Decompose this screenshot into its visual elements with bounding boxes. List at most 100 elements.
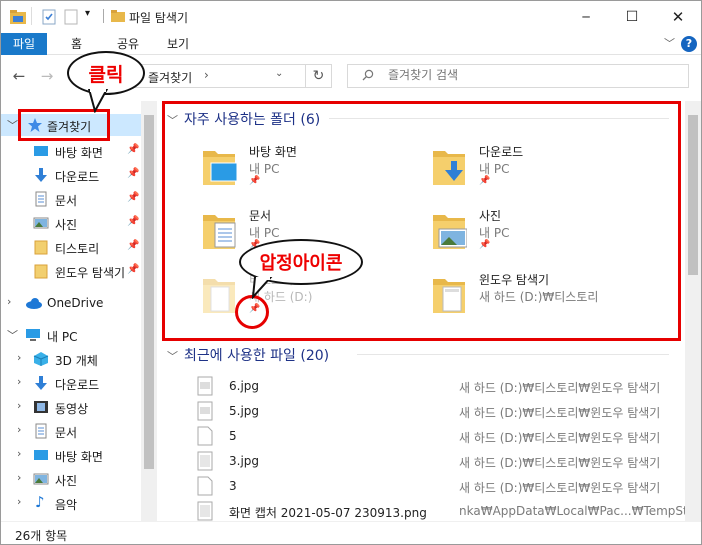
sidebar-item-label: 사진 [55, 474, 78, 488]
sidebar-item-pc-pictures[interactable]: › 사진 [1, 468, 141, 490]
expand-chevron-icon[interactable]: › [7, 295, 11, 308]
quick-access-toolbar-dropdown-icon[interactable]: ▾ [85, 8, 90, 19]
sidebar-item-tistory[interactable]: 티스토리 📌 [1, 236, 141, 258]
recent-file-row[interactable]: 5 새 하드 (D:)₩티스토리₩윈도우 탐색기 [197, 425, 677, 447]
sidebar-item-onedrive[interactable]: › OneDrive [1, 292, 141, 314]
forward-arrow-icon[interactable]: → [37, 66, 57, 86]
sidebar-item-label: OneDrive [47, 296, 104, 310]
annotation-text: 클릭 [88, 63, 124, 86]
pin-icon: 📌 [127, 192, 140, 203]
window-title: 파일 탐색기 [129, 11, 189, 25]
collapse-chevron-icon[interactable]: ﹀ [167, 350, 178, 363]
collapse-ribbon-icon[interactable]: ﹀ [664, 35, 675, 51]
sidebar-item-downloads[interactable]: 다운로드 📌 [1, 164, 141, 186]
search-box[interactable] [347, 64, 689, 88]
video-icon [33, 399, 49, 415]
recent-file-row[interactable]: 3 새 하드 (D:)₩티스토리₩윈도우 탐색기 [197, 475, 677, 497]
document-icon [33, 423, 49, 439]
pin-icon: 📌 [127, 240, 140, 251]
tab-view[interactable]: 보기 [167, 33, 189, 55]
sidebar-item-label: 다운로드 [55, 378, 100, 392]
sidebar-item-pictures[interactable]: 사진 📌 [1, 212, 141, 234]
sidebar-item-label: 윈도우 탐색기 [55, 266, 126, 280]
image-file-icon [197, 401, 213, 421]
sidebar-item-3d-objects[interactable]: › 3D 개체 [1, 348, 141, 370]
sidebar-item-label: 티스토리 [55, 242, 100, 256]
address-chevron-icon[interactable]: › [204, 68, 209, 82]
expand-chevron-icon[interactable]: › [17, 423, 21, 436]
sidebar-item-pc-documents[interactable]: › 문서 [1, 420, 141, 442]
sidebar-item-label: 다운로드 [55, 170, 100, 184]
download-icon [33, 167, 49, 183]
sidebar-item-pc-downloads[interactable]: › 다운로드 [1, 372, 141, 394]
pin-icon: 📌 [127, 144, 140, 155]
close-icon: ✕ [671, 8, 685, 26]
file-name: 3 [229, 479, 237, 493]
sidebar-item-desktop[interactable]: 바탕 화면 📌 [1, 140, 141, 162]
bubble-tail [87, 89, 109, 113]
sidebar-item-pc-desktop[interactable]: › 바탕 화면 [1, 444, 141, 466]
sidebar-item-windows-explorer[interactable]: 윈도우 탐색기 📌 [1, 260, 141, 282]
sidebar-item-label: 내 PC [47, 330, 78, 344]
sidebar-item-mypc[interactable]: ﹀ 내 PC [1, 324, 141, 346]
sidebar-item-videos[interactable]: › 동영상 [1, 396, 141, 418]
sidebar-scrollbar[interactable] [141, 101, 157, 521]
sidebar-item-label: 사진 [55, 218, 78, 232]
annotation-circle-pin [235, 295, 269, 329]
recent-file-row[interactable]: 6.jpg 새 하드 (D:)₩티스토리₩윈도우 탐색기 [197, 375, 677, 397]
address-dropdown-icon[interactable]: ⌄ [275, 68, 283, 79]
pin-icon: 📌 [127, 168, 140, 179]
expand-chevron-icon[interactable]: › [17, 471, 21, 484]
tab-file[interactable]: 파일 [1, 33, 47, 55]
help-icon[interactable]: ? [681, 36, 697, 52]
minimize-button[interactable]: ─ [563, 1, 609, 33]
maximize-button[interactable]: ☐ [609, 1, 655, 33]
recent-file-row[interactable]: 3.jpg 새 하드 (D:)₩티스토리₩윈도우 탐색기 [197, 450, 677, 472]
explorer-app-icon[interactable] [9, 9, 27, 28]
file-location: 새 하드 (D:)₩티스토리₩윈도우 탐색기 [459, 481, 661, 495]
content-scrollbar-thumb[interactable] [688, 115, 698, 275]
sidebar-item-label: 바탕 화면 [55, 450, 103, 464]
collapse-chevron-icon[interactable]: ﹀ [7, 327, 18, 343]
recent-file-row[interactable]: 5.jpg 새 하드 (D:)₩티스토리₩윈도우 탐색기 [197, 400, 677, 422]
expand-chevron-icon[interactable]: › [17, 375, 21, 388]
file-name: 5.jpg [229, 404, 260, 418]
maximize-icon: ☐ [625, 9, 639, 25]
close-button[interactable]: ✕ [655, 1, 701, 33]
bubble-tail [251, 277, 273, 299]
expand-chevron-icon[interactable]: › [17, 447, 21, 460]
expand-chevron-icon[interactable]: › [17, 351, 21, 364]
sidebar-scrollbar-thumb[interactable] [144, 115, 154, 469]
group-header-recent[interactable]: ﹀ 최근에 사용한 파일 (20) [167, 345, 329, 365]
download-icon [33, 375, 49, 391]
collapse-chevron-icon[interactable]: ﹀ [7, 117, 18, 133]
sidebar-item-label: 3D 개체 [55, 354, 98, 368]
recent-file-row[interactable]: 화면 캡처 2021-05-07 230913.png nka₩AppData₩… [197, 500, 685, 521]
navigation-pane: ﹀ 즐겨찾기 바탕 화면 📌 다운로드 📌 문서 📌 사진 📌 티스토리 📌 윈… [1, 101, 157, 521]
folder-icon [33, 239, 49, 255]
new-folder-quick-icon[interactable] [63, 9, 79, 28]
annotation-text: 압정아이콘 [259, 253, 343, 274]
search-input[interactable] [388, 68, 668, 82]
status-bar: 26개 항목 [1, 521, 701, 544]
sidebar-item-label: 문서 [55, 426, 78, 440]
sidebar-item-documents[interactable]: 문서 📌 [1, 188, 141, 210]
file-name: 화면 캡처 2021-05-07 230913.png [229, 506, 427, 520]
refresh-icon[interactable]: ↻ [305, 65, 331, 87]
expand-chevron-icon[interactable]: › [17, 495, 21, 508]
folder-icon [33, 263, 49, 279]
expand-chevron-icon[interactable]: › [17, 399, 21, 412]
desktop-icon [33, 447, 49, 463]
content-scrollbar[interactable] [685, 101, 701, 521]
properties-quick-icon[interactable] [41, 9, 57, 28]
pictures-icon [33, 471, 49, 487]
sidebar-item-music[interactable]: › ♪ 음악 [1, 492, 141, 514]
file-name: 6.jpg [229, 379, 260, 393]
desktop-icon [33, 143, 49, 159]
address-bar[interactable]: 즐겨찾기 › ⌄ ↻ [135, 64, 332, 88]
group-header-label: 최근에 사용한 파일 (20) [184, 348, 330, 364]
image-file-icon [197, 451, 213, 471]
file-location: 새 하드 (D:)₩티스토리₩윈도우 탐색기 [459, 406, 661, 420]
back-arrow-icon[interactable]: ← [9, 66, 29, 86]
tab-home[interactable]: 홈 [71, 33, 82, 55]
